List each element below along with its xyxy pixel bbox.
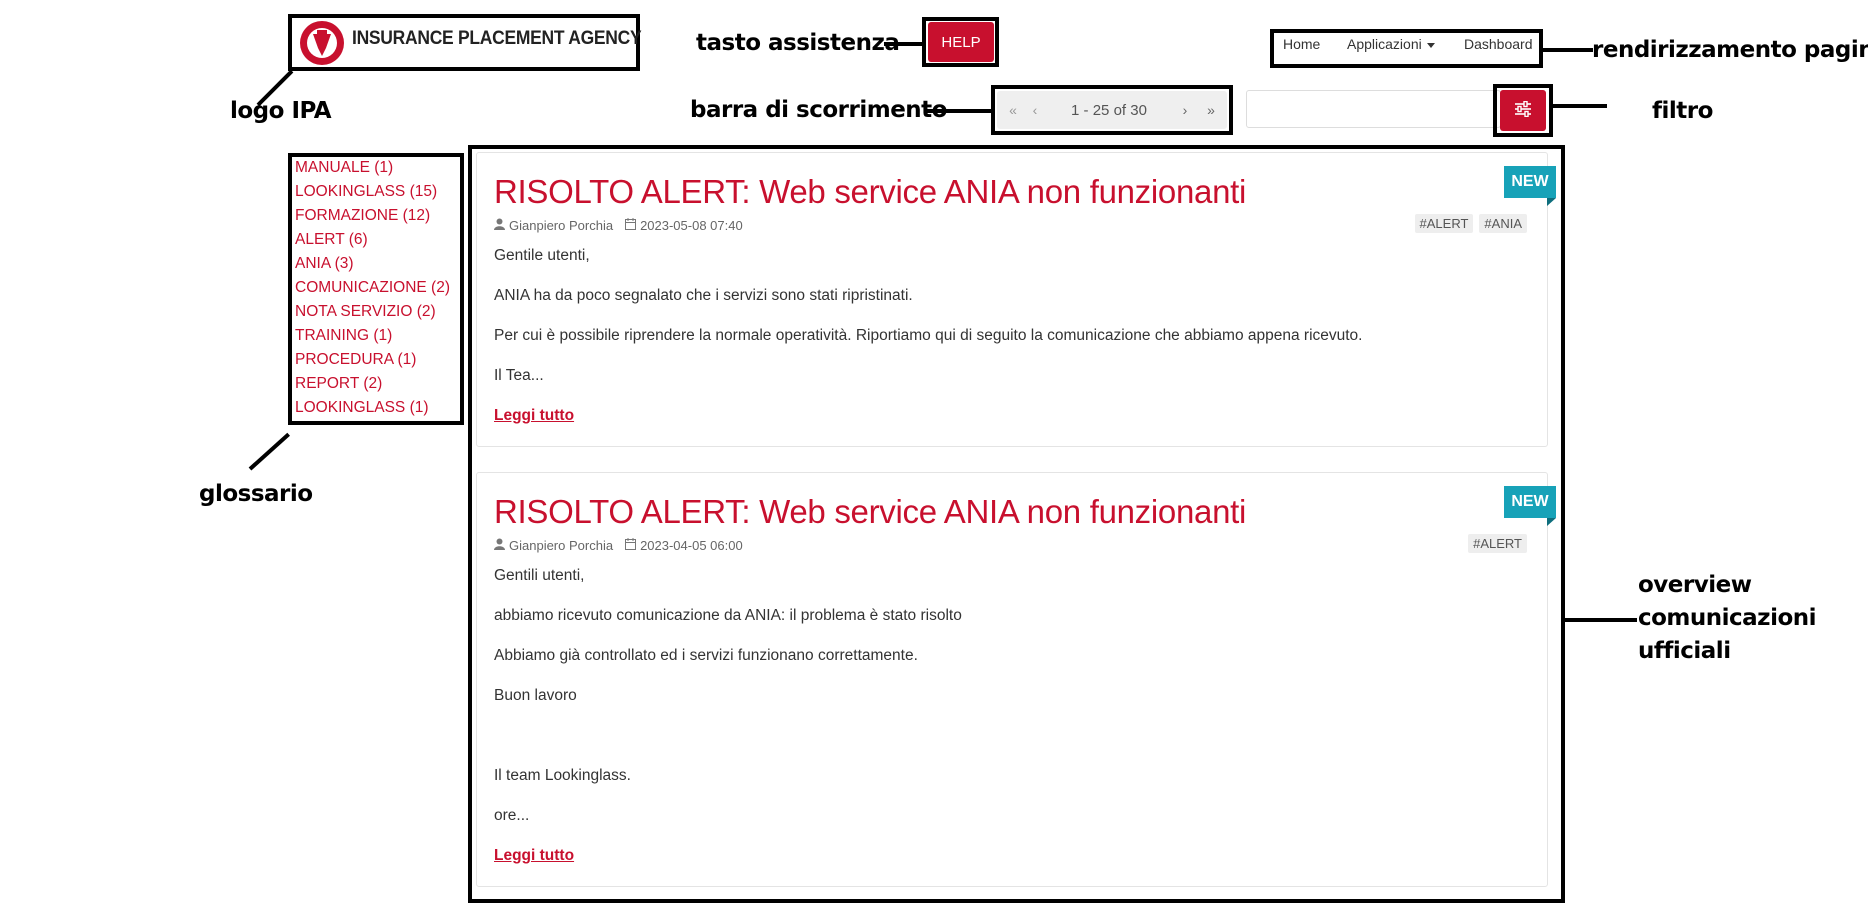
new-badge: NEW (1504, 166, 1556, 206)
glossary-item[interactable]: REPORT (2) (295, 372, 461, 396)
post-body-line: Gentile utenti, (494, 247, 590, 264)
glossary-item[interactable]: FORMAZIONE (12) (295, 204, 461, 228)
read-more-link[interactable]: Leggi tutto (494, 847, 574, 865)
calendar-icon (625, 218, 637, 233)
post-meta: Gianpiero Porchia 2023-04-05 06:00 (494, 538, 743, 553)
annotation-overview-line1: overview (1638, 572, 1752, 598)
user-icon (494, 218, 505, 233)
post-body-line: Per cui è possibile riprendere la normal… (494, 327, 1363, 344)
annotation-overview-line3: ufficiali (1638, 638, 1731, 664)
glossary-item[interactable]: LOOKINGLASS (1) (295, 396, 461, 420)
post-body-line: abbiamo ricevuto comunicazione da ANIA: … (494, 607, 962, 624)
post-body-line: Il team Lookinglass. (494, 767, 631, 784)
pagination-first-button[interactable]: « (1003, 91, 1023, 129)
post-body-line: ore... (494, 807, 530, 824)
post-body-line: ANIA ha da poco segnalato che i servizi … (494, 287, 913, 304)
search-input[interactable] (1246, 90, 1501, 128)
annotation-logo: logo IPA (230, 98, 332, 124)
annotation-pointer-help (884, 42, 924, 46)
post-body-line: Gentili utenti, (494, 567, 585, 584)
annotation-glossary: glossario (199, 481, 313, 507)
post-body-line: Buon lavoro (494, 687, 577, 704)
pagination-prev-button[interactable]: ‹ (1025, 91, 1045, 129)
glossary-item[interactable]: ANIA (3) (295, 252, 461, 276)
post-tags: #ALERT (1468, 534, 1527, 553)
sliders-icon (1513, 100, 1533, 120)
post-body-line: Il Tea... (494, 367, 544, 384)
annotation-pagination: barra di scorrimento (690, 97, 947, 123)
post-author: Gianpiero Porchia (509, 218, 614, 233)
calendar-icon (625, 538, 637, 553)
pagination-range: 1 - 25 of 30 (1071, 101, 1147, 119)
glossary-item[interactable]: COMUNICAZIONE (2) (295, 276, 461, 300)
pagination-next-button[interactable]: › (1175, 91, 1195, 129)
post-card: NEW RISOLTO ALERT: Web service ANIA non … (476, 152, 1556, 447)
nav-applications-label: Applicazioni (1347, 36, 1422, 52)
post-title[interactable]: RISOLTO ALERT: Web service ANIA non funz… (494, 173, 1246, 211)
post-tags: #ALERT #ANIA (1414, 214, 1527, 233)
filter-button[interactable] (1500, 90, 1546, 131)
annotation-pointer-nav (1543, 48, 1593, 52)
post-body-line: Abbiamo già controllato ed i servizi fun… (494, 647, 918, 664)
help-button[interactable]: HELP (928, 22, 994, 62)
ipa-logo-emblem-icon (298, 20, 346, 66)
post-tag[interactable]: #ALERT (1468, 534, 1527, 553)
user-icon (494, 538, 505, 553)
annotation-filter: filtro (1652, 98, 1713, 124)
annotation-pointer-pagination (926, 109, 992, 113)
caret-down-icon (1426, 42, 1435, 48)
pagination-last-button[interactable]: » (1201, 91, 1221, 129)
nav-applications-dropdown[interactable]: Applicazioni (1347, 36, 1435, 52)
post-date: 2023-05-08 07:40 (640, 218, 743, 233)
glossary-item[interactable]: PROCEDURA (1) (295, 348, 461, 372)
glossary-item[interactable]: TRAINING (1) (295, 324, 461, 348)
post-author: Gianpiero Porchia (509, 538, 614, 553)
post-tag[interactable]: #ALERT (1414, 214, 1474, 233)
annotation-overview-line2: comunicazioni (1638, 605, 1817, 631)
glossary-item[interactable]: LOOKINGLASS (15) (295, 180, 461, 204)
post-title[interactable]: RISOLTO ALERT: Web service ANIA non funz… (494, 493, 1246, 531)
post-tag[interactable]: #ANIA (1479, 214, 1527, 233)
post-date: 2023-04-05 06:00 (640, 538, 743, 553)
post-card: NEW RISOLTO ALERT: Web service ANIA non … (476, 472, 1556, 887)
nav-home-link[interactable]: Home (1283, 36, 1320, 52)
glossary-item[interactable]: ALERT (6) (295, 228, 461, 252)
annotation-pointer-filter (1553, 104, 1607, 108)
logo-text: INSURANCE PLACEMENT AGENCY (352, 28, 642, 49)
new-badge: NEW (1504, 486, 1556, 526)
nav-dashboard-link[interactable]: Dashboard (1464, 36, 1533, 52)
glossary-list: MANUALE (1) LOOKINGLASS (15) FORMAZIONE … (295, 156, 461, 420)
read-more-link[interactable]: Leggi tutto (494, 407, 574, 425)
annotation-pointer-overview (1565, 618, 1637, 622)
glossary-item[interactable]: NOTA SERVIZIO (2) (295, 300, 461, 324)
post-meta: Gianpiero Porchia 2023-05-08 07:40 (494, 218, 743, 233)
glossary-item[interactable]: MANUALE (1) (295, 156, 461, 180)
annotation-help: tasto assistenza (696, 30, 900, 56)
annotation-nav: rendirizzamento pagine (1592, 37, 1868, 63)
annotation-pointer-glossary (248, 432, 290, 471)
pagination-bar: « ‹ 1 - 25 of 30 › » (997, 91, 1227, 129)
